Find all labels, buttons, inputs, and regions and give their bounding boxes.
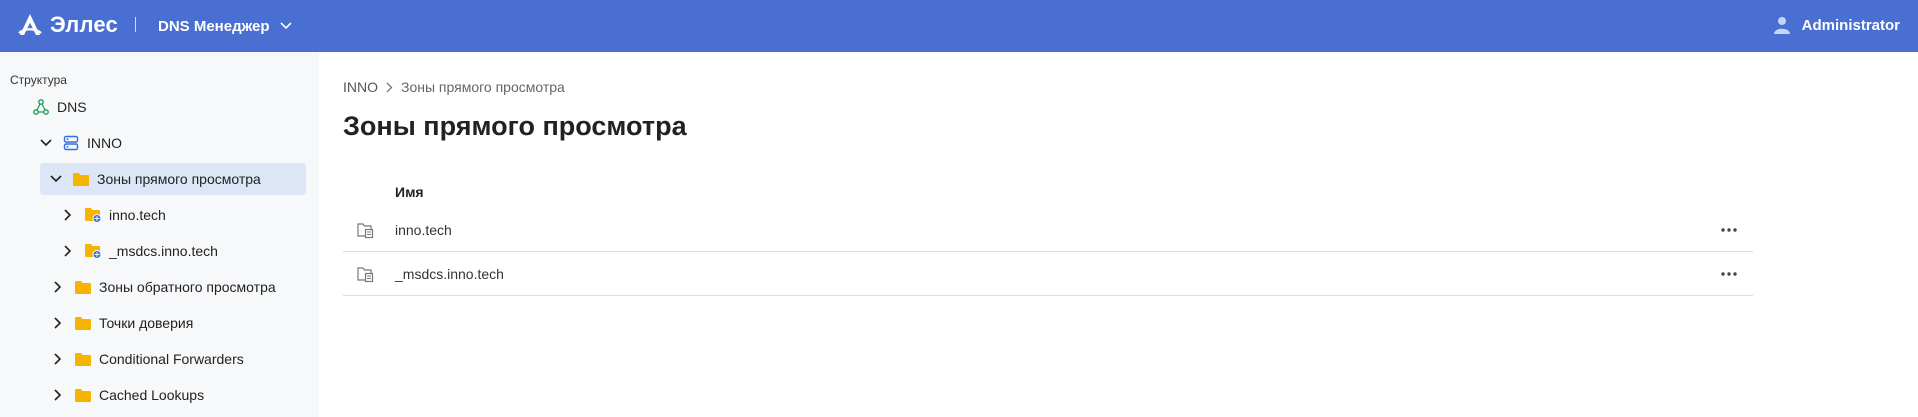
zone-folder-icon xyxy=(84,206,102,224)
user-name: Administrator xyxy=(1801,16,1900,34)
chevron-right-icon[interactable] xyxy=(60,243,76,259)
tree-item-inno-tech[interactable]: inno.tech xyxy=(60,199,304,231)
tree-item-cached-lookups[interactable]: Cached Lookups xyxy=(50,379,304,411)
main-content: INNO Зоны прямого просмотра Зоны прямого… xyxy=(319,52,1918,417)
tree-item-label: DNS xyxy=(57,99,87,115)
chevron-right-icon xyxy=(386,82,393,92)
chevron-right-icon[interactable] xyxy=(60,207,76,223)
user-icon xyxy=(1773,17,1790,34)
chevron-right-icon[interactable] xyxy=(50,315,66,331)
network-icon xyxy=(32,98,50,116)
folder-icon xyxy=(72,170,90,188)
tree-item-trust-points[interactable]: Точки доверия xyxy=(50,307,304,339)
chevron-right-icon[interactable] xyxy=(50,279,66,295)
column-header-name[interactable]: Имя xyxy=(395,184,424,200)
tree-item-label: INNO xyxy=(87,135,122,151)
folder-icon xyxy=(74,386,92,404)
tree-item-conditional-forwarders[interactable]: Conditional Forwarders xyxy=(50,343,304,375)
folder-icon xyxy=(74,278,92,296)
sidebar: Структура DNS INNO Зоны прямого просмотр… xyxy=(0,52,319,417)
tree-item-forward-lookup-zones[interactable]: Зоны прямого просмотра xyxy=(40,163,306,195)
folder-icon xyxy=(74,350,92,368)
breadcrumb-item-current: Зоны прямого просмотра xyxy=(401,79,565,95)
chevron-down-icon[interactable] xyxy=(38,135,54,151)
zone-name[interactable]: _msdcs.inno.tech xyxy=(395,266,504,282)
breadcrumb-item-inno[interactable]: INNO xyxy=(343,79,378,95)
zone-folder-icon xyxy=(84,242,102,260)
brand-name: Эллес xyxy=(50,12,118,37)
app-switcher-label: DNS Менеджер xyxy=(158,17,270,35)
zone-name[interactable]: inno.tech xyxy=(395,222,452,238)
tree-item-msdcs-inno-tech[interactable]: _msdcs.inno.tech xyxy=(60,235,304,267)
page-title: Зоны прямого просмотра xyxy=(343,111,687,141)
breadcrumb: INNO Зоны прямого просмотра xyxy=(343,79,565,95)
chevron-down-icon[interactable] xyxy=(48,171,64,187)
top-bar: Эллес DNS Менеджер Administrator xyxy=(0,0,1918,52)
chevron-right-icon[interactable] xyxy=(50,351,66,367)
tree-item-label: Точки доверия xyxy=(99,315,194,331)
tree-item-reverse-lookup-zones[interactable]: Зоны обратного просмотра xyxy=(50,271,304,303)
zone-file-icon xyxy=(357,265,375,283)
app-switcher[interactable]: DNS Менеджер xyxy=(158,16,292,36)
chevron-down-icon xyxy=(279,22,292,30)
more-actions-icon[interactable] xyxy=(1717,264,1741,284)
tree-item-label: Зоны обратного просмотра xyxy=(99,279,276,295)
table-row[interactable]: inno.tech xyxy=(343,208,1753,252)
sidebar-heading: Структура xyxy=(10,73,67,87)
table-row[interactable]: _msdcs.inno.tech xyxy=(343,252,1753,296)
tree-item-dns[interactable]: DNS xyxy=(32,91,302,123)
server-icon xyxy=(62,134,80,152)
header-divider xyxy=(135,17,136,32)
chevron-right-icon[interactable] xyxy=(50,387,66,403)
folder-icon xyxy=(74,314,92,332)
tree-item-inno[interactable]: INNO xyxy=(38,127,304,159)
zone-file-icon xyxy=(357,221,375,239)
tree-item-label: inno.tech xyxy=(109,207,166,223)
user-menu[interactable]: Administrator xyxy=(1773,14,1900,36)
tree-item-label: _msdcs.inno.tech xyxy=(109,243,218,259)
tree-item-label: Conditional Forwarders xyxy=(99,351,244,367)
elles-logo-icon[interactable] xyxy=(16,11,44,39)
tree-item-label: Cached Lookups xyxy=(99,387,205,403)
more-actions-icon[interactable] xyxy=(1717,220,1741,240)
zones-table: Имя inno.tech _msdcs.inno.tech xyxy=(343,176,1753,296)
table-header: Имя xyxy=(343,176,1753,208)
tree-item-label: Зоны прямого просмотра xyxy=(97,171,261,187)
